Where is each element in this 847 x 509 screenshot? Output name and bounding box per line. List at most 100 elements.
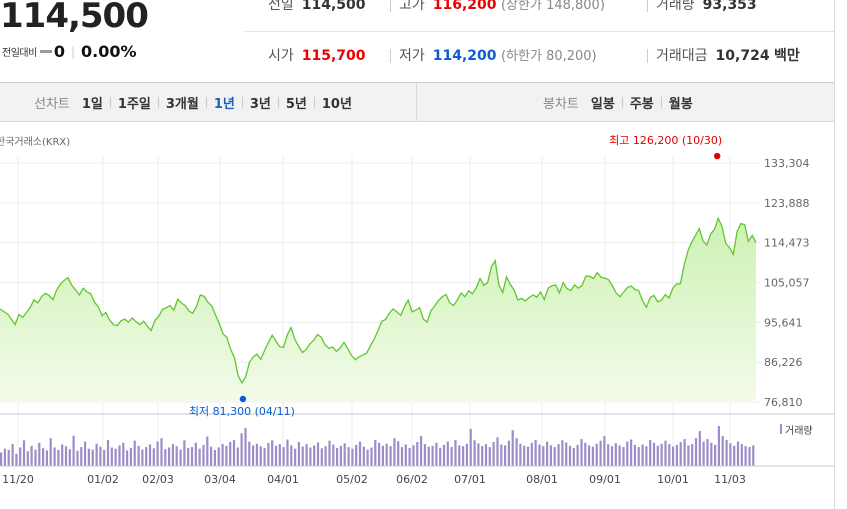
volume-bar — [309, 447, 312, 466]
price-change-row: 전일대비 0 | 0.00% — [2, 42, 137, 61]
volume-bar — [175, 446, 178, 466]
high-annotation: 최고 126,200 (10/30) — [609, 134, 722, 147]
volume-bar — [248, 441, 251, 466]
tab-1d[interactable]: 1일 — [82, 93, 103, 112]
divider — [621, 97, 623, 108]
volume-bar — [633, 444, 636, 466]
volume-bar — [492, 442, 495, 466]
volume-bar — [110, 447, 113, 466]
volume-bar — [160, 438, 163, 466]
volume-bar — [614, 443, 617, 466]
volume-bar — [141, 449, 144, 466]
divider — [157, 97, 159, 108]
volume-label: 거래량 — [656, 0, 695, 13]
volume-bar — [626, 441, 629, 466]
volume-bar — [301, 446, 304, 466]
volume-bar — [523, 445, 526, 466]
volume-bar — [473, 440, 476, 466]
volume-bar — [343, 443, 346, 466]
volume-bar — [496, 437, 499, 466]
summary-high: 고가 116,200 (상한가 148,800) — [390, 0, 605, 14]
volume-bar — [87, 448, 90, 466]
tab-monthly[interactable]: 월봉 — [669, 93, 693, 112]
volume-bar — [717, 426, 720, 466]
volume-bar — [190, 447, 194, 466]
volume-bar — [660, 443, 663, 466]
volume-bar — [622, 447, 625, 466]
x-tick-label: 02/03 — [142, 473, 174, 486]
volume-bar — [0, 452, 3, 466]
volume-bar — [53, 447, 56, 466]
volume-bar — [271, 440, 274, 466]
tab-daily[interactable]: 일봉 — [591, 93, 615, 112]
volume-bar — [557, 444, 560, 466]
volume-bar — [294, 448, 297, 466]
volume-bar — [286, 439, 289, 466]
turnover-label: 거래대금 — [656, 48, 708, 64]
volume-legend-icon — [780, 424, 782, 434]
volume-bar — [630, 439, 633, 466]
volume-bar — [519, 443, 522, 466]
volume-bar — [668, 444, 671, 466]
volume-bar — [511, 430, 514, 466]
volume-bar — [664, 440, 667, 466]
volume-bar — [179, 449, 182, 466]
volume-bar — [202, 444, 205, 466]
x-tick-label: 01/02 — [87, 473, 119, 486]
divider — [647, 49, 648, 63]
volume-bar — [725, 439, 728, 466]
volume-bar — [26, 451, 29, 466]
tab-3m[interactable]: 3개월 — [166, 93, 199, 112]
tab-weekly[interactable]: 주봉 — [630, 93, 654, 112]
tab-3y[interactable]: 3년 — [250, 93, 271, 112]
tab-5y[interactable]: 5년 — [286, 93, 307, 112]
volume-legend-label: 거래량 — [785, 425, 813, 437]
x-tick-label: 11/03 — [714, 473, 746, 486]
volume-bar — [183, 440, 186, 466]
volume-bar — [687, 445, 690, 466]
tab-1y[interactable]: 1년 — [214, 93, 235, 112]
summary-low: 저가 114,200 (하한가 80,200) — [390, 45, 597, 65]
volume-bar — [378, 442, 381, 466]
volume-bar — [450, 447, 453, 466]
volume-bar — [549, 445, 552, 466]
volume-bar — [580, 439, 583, 466]
low-label: 저가 — [399, 48, 425, 64]
volume-bar — [526, 446, 530, 466]
volume-bar — [656, 445, 659, 466]
volume-bar — [400, 447, 404, 466]
volume-bar — [553, 447, 556, 466]
volume-bar — [274, 445, 278, 466]
volume-bar — [320, 448, 323, 466]
volume-bar — [412, 445, 415, 466]
volume-bar — [126, 450, 129, 466]
volume-bar — [649, 439, 652, 466]
volume-bar — [439, 447, 442, 466]
tab-1w[interactable]: 1주일 — [118, 93, 151, 112]
volume-bar — [652, 442, 656, 466]
volume-bar — [187, 447, 190, 466]
summary-open: 시가 115,700 — [268, 45, 366, 65]
volume-bar — [393, 438, 396, 466]
volume-bar — [714, 444, 717, 466]
volume-bar — [145, 447, 148, 466]
volume-bar — [137, 445, 140, 466]
volume-bar — [194, 442, 197, 466]
volume-bar — [507, 440, 510, 466]
volume-bar — [645, 446, 648, 466]
x-tick-label: 07/01 — [454, 473, 486, 486]
volume-bar — [42, 448, 45, 466]
tab-10y[interactable]: 10년 — [322, 93, 352, 112]
volume-bar — [49, 438, 52, 466]
volume-bar — [744, 446, 747, 466]
divider — [390, 0, 391, 12]
low-marker — [239, 395, 247, 403]
volume-bar — [404, 444, 407, 466]
flat-indicator-icon — [39, 50, 52, 53]
volume-bar — [637, 447, 640, 466]
volume-bar — [752, 445, 755, 466]
volume-bar — [740, 444, 743, 466]
volume-bar — [389, 446, 392, 466]
volume-bar — [316, 442, 320, 466]
volume-bar — [76, 450, 79, 466]
